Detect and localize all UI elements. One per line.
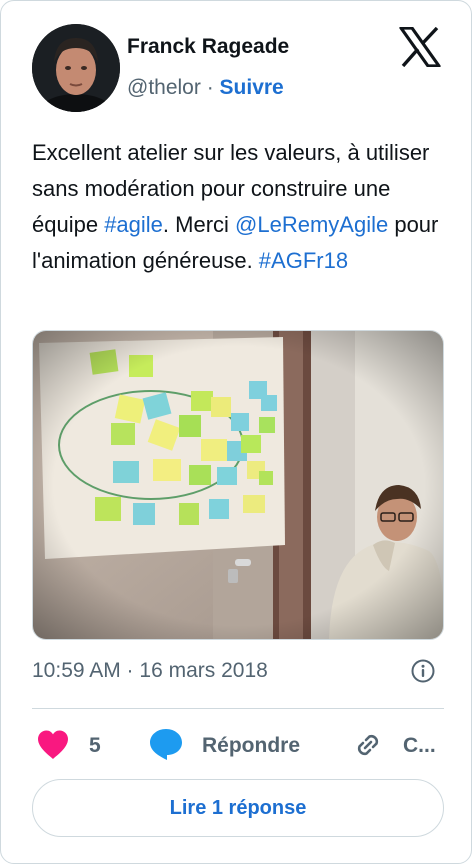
reply-button[interactable]: Répondre <box>202 734 300 758</box>
author-handle-line: @thelor · Suivre <box>127 76 284 100</box>
info-icon[interactable] <box>410 658 436 684</box>
tweet-text: Excellent atelier sur les valeurs, à uti… <box>32 135 452 279</box>
follow-button[interactable]: Suivre <box>220 76 284 99</box>
heart-icon[interactable] <box>36 729 70 761</box>
tweet-text-part: . Merci <box>162 212 236 237</box>
link-icon[interactable] <box>352 729 384 761</box>
author-name[interactable]: Franck Rageade <box>127 35 289 59</box>
mention-leremyagile-link[interactable]: @LeRemyAgile <box>235 212 388 237</box>
tweet-timestamp[interactable]: 10:59 AM · 16 mars 2018 <box>32 659 268 683</box>
hashtag-agile-link[interactable]: #agile <box>104 212 163 237</box>
divider <box>32 708 444 709</box>
author-handle[interactable]: @thelor <box>127 76 201 99</box>
copy-link-button[interactable]: C... <box>403 734 436 758</box>
tweet-card: Franck Rageade @thelor · Suivre Excellen… <box>0 0 472 864</box>
read-replies-button[interactable]: Lire 1 réponse <box>32 779 444 837</box>
hashtag-agfr18-link[interactable]: #AGFr18 <box>259 248 348 273</box>
tweet-photo[interactable] <box>32 330 444 640</box>
x-logo-icon[interactable] <box>399 26 441 68</box>
avatar[interactable] <box>32 24 120 112</box>
handle-separator: · <box>200 76 220 99</box>
like-count[interactable]: 5 <box>89 734 101 758</box>
reply-bubble-icon[interactable] <box>148 727 184 761</box>
